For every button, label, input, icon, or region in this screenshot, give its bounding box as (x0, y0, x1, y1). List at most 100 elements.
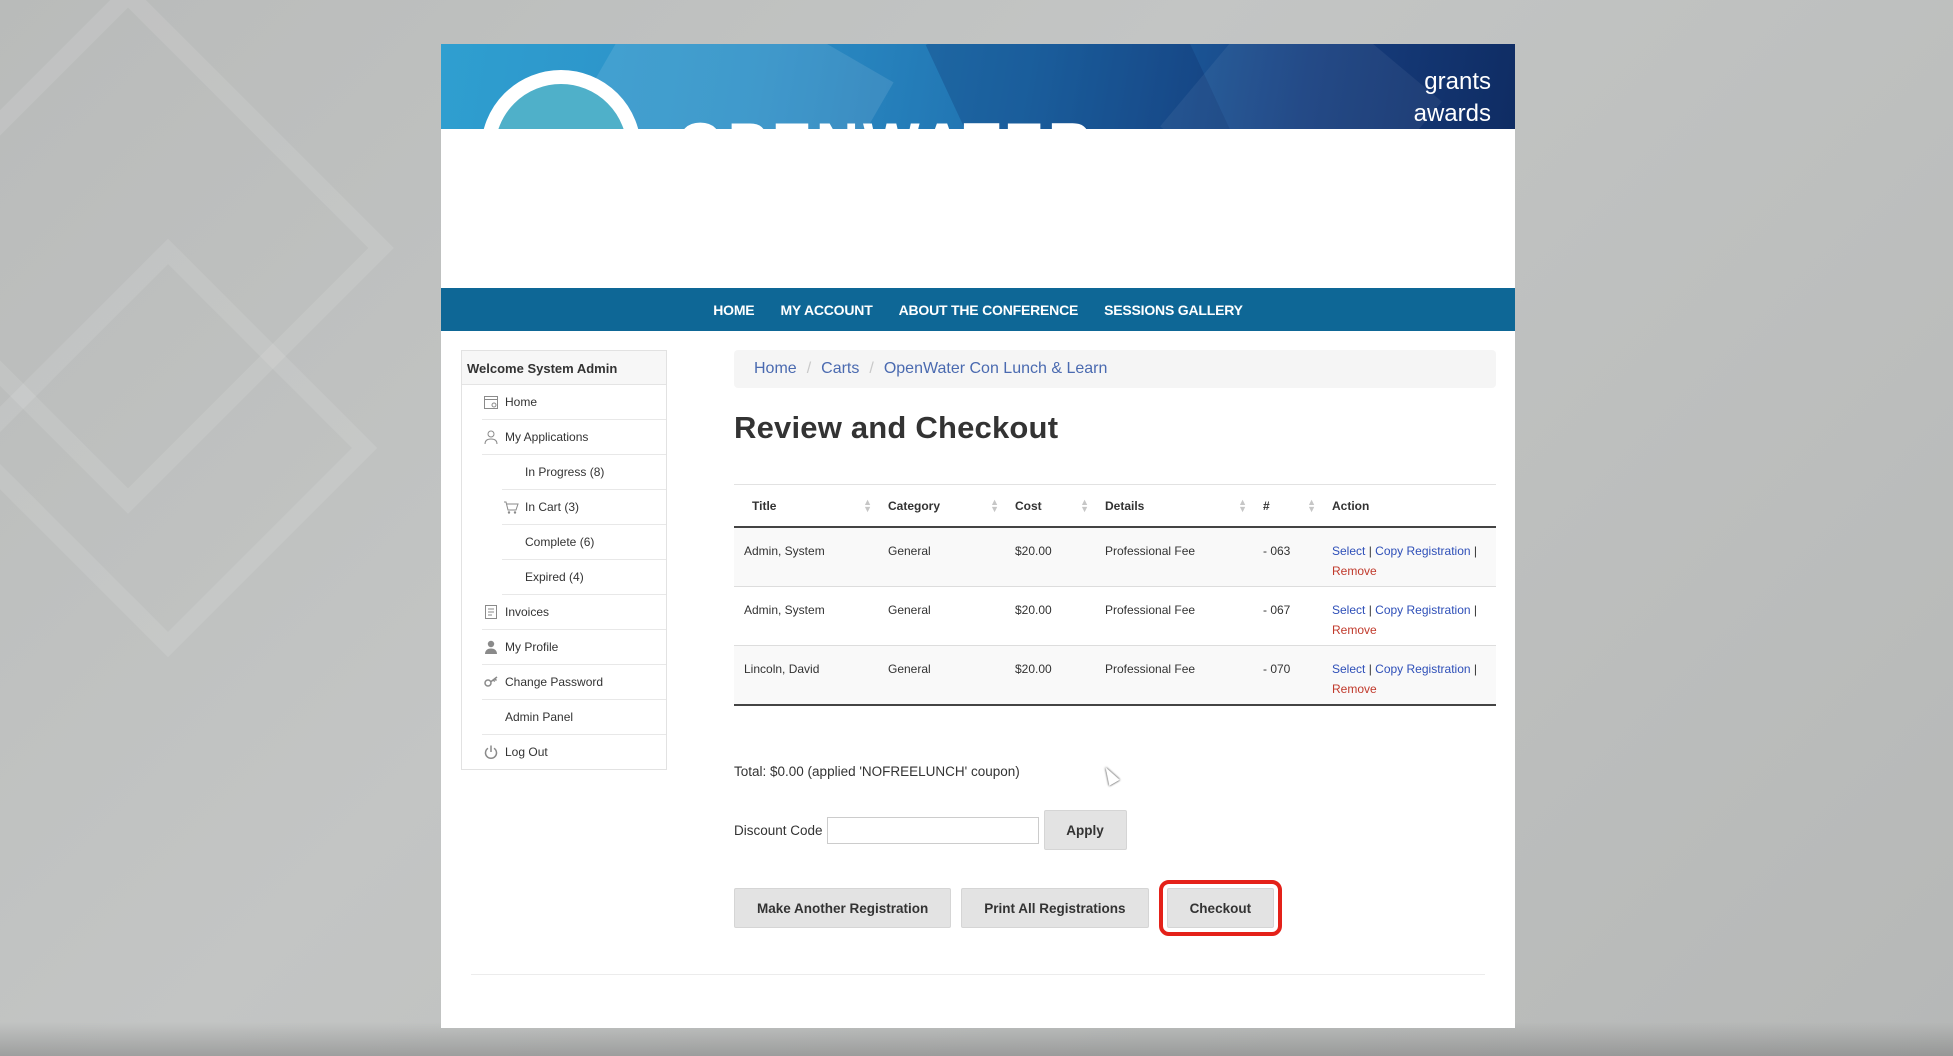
user-gear-icon (482, 428, 500, 446)
cart-table: Title ▲ ▼ Category ▲ ▼ Cost ▲ ▼ Details ▲ ▼ # ▲ ▼ … (734, 484, 1496, 706)
sort-icon: ▲ ▼ (990, 497, 999, 514)
cell-cost: $20.00 (1005, 645, 1095, 706)
header-number[interactable]: # ▲ ▼ (1253, 484, 1322, 528)
sidebar-item-home[interactable]: Home (482, 385, 666, 420)
calendar-icon (482, 393, 500, 411)
footer-divider (471, 974, 1485, 975)
action-separator: | (1473, 662, 1478, 676)
page-title: Review and Checkout (734, 410, 1059, 445)
table-row: Lincoln, David General $20.00 Profession… (734, 645, 1496, 706)
select-link[interactable]: Select (1332, 662, 1365, 676)
sort-icon: ▲ ▼ (1080, 497, 1089, 514)
sort-icon: ▲ ▼ (1238, 497, 1247, 514)
sidebar-item-label: Change Password (505, 675, 604, 689)
cell-number: - 067 (1253, 586, 1322, 646)
breadcrumb-separator: / (806, 360, 812, 377)
copy-registration-link[interactable]: Copy Registration (1375, 662, 1470, 676)
sidebar-item-complete[interactable]: Complete (6) (502, 525, 666, 560)
nav-my-account[interactable]: MY ACCOUNT (780, 302, 872, 318)
table-header-row: Title ▲ ▼ Category ▲ ▼ Cost ▲ ▼ Details ▲ ▼ # ▲ ▼ … (734, 484, 1496, 528)
cell-number: - 063 (1253, 527, 1322, 587)
cell-title: Admin, System (734, 586, 878, 646)
tagline-grants: grants (1424, 68, 1491, 95)
sidebar-item-in-progress[interactable]: In Progress (8) (502, 455, 666, 490)
welcome-text: Welcome System Admin (462, 351, 666, 385)
cart-icon (502, 498, 520, 516)
remove-link[interactable]: Remove (1332, 682, 1377, 696)
tagline-awards: awards (1413, 100, 1491, 127)
sidebar-item-my-profile[interactable]: My Profile (482, 630, 666, 665)
cell-category: General (878, 586, 1005, 646)
sidebar-item-label: Admin Panel (505, 710, 574, 724)
table-row: Admin, System General $20.00 Professiona… (734, 527, 1496, 587)
remove-link[interactable]: Remove (1332, 564, 1377, 578)
discount-row: Discount Code Apply (734, 810, 1127, 850)
cell-action: Select | Copy Registration | Remove (1322, 527, 1496, 587)
cell-details: Professional Fee (1095, 586, 1253, 646)
action-separator: | (1473, 544, 1478, 558)
sidebar-item-in-cart[interactable]: In Cart (3) (502, 490, 666, 525)
cell-cost: $20.00 (1005, 586, 1095, 646)
sidebar-item-label: My Profile (505, 640, 559, 654)
sidebar-item-label: Invoices (505, 605, 550, 619)
sidebar-item-admin-panel[interactable]: Admin Panel (482, 700, 666, 735)
remove-link[interactable]: Remove (1332, 623, 1377, 637)
action-separator: | (1368, 662, 1372, 676)
person-icon (482, 638, 500, 656)
copy-registration-link[interactable]: Copy Registration (1375, 603, 1470, 617)
cell-details: Professional Fee (1095, 527, 1253, 587)
copy-registration-link[interactable]: Copy Registration (1375, 544, 1470, 558)
apply-button[interactable]: Apply (1043, 810, 1127, 850)
cell-title: Lincoln, David (734, 645, 878, 706)
cell-category: General (878, 527, 1005, 587)
power-icon (482, 743, 500, 761)
sidebar-item-change-password[interactable]: Change Password (482, 665, 666, 700)
cell-action: Select | Copy Registration | Remove (1322, 586, 1496, 646)
breadcrumb-current[interactable]: OpenWater Con Lunch & Learn (884, 360, 1108, 378)
key-icon (482, 673, 500, 691)
logo-text: OPENWATER (677, 110, 1095, 129)
site-banner: OPENWATER grants awards (441, 44, 1515, 129)
breadcrumb-carts[interactable]: Carts (821, 360, 859, 378)
header-title[interactable]: Title ▲ ▼ (734, 484, 878, 528)
nav-about-the-conference[interactable]: ABOUT THE CONFERENCE (899, 302, 1079, 318)
sidebar-item-label: Expired (4) (525, 570, 584, 584)
main-content: Home / Carts / OpenWater Con Lunch & Lea… (734, 350, 1496, 936)
cart-total: Total: $0.00 (applied 'NOFREELUNCH' coup… (734, 764, 1020, 779)
action-separator: | (1368, 603, 1372, 617)
nav-home[interactable]: HOME (713, 302, 754, 318)
header-category[interactable]: Category ▲ ▼ (878, 484, 1005, 528)
browser-page: OPENWATER grants awards HOME MY ACCOUNT … (441, 44, 1515, 1028)
header-details[interactable]: Details ▲ ▼ (1095, 484, 1253, 528)
checkout-button[interactable]: Checkout (1158, 880, 1283, 936)
header-cost[interactable]: Cost ▲ ▼ (1005, 484, 1095, 528)
cell-cost: $20.00 (1005, 527, 1095, 587)
select-link[interactable]: Select (1332, 603, 1365, 617)
print-all-registrations-button[interactable]: Print All Registrations (961, 888, 1149, 928)
sort-icon: ▲ ▼ (863, 497, 872, 514)
nav-sessions-gallery[interactable]: SESSIONS GALLERY (1104, 302, 1243, 318)
sort-icon: ▲ ▼ (1307, 497, 1316, 514)
cell-number: - 070 (1253, 645, 1322, 706)
action-separator: | (1473, 603, 1478, 617)
cell-category: General (878, 645, 1005, 706)
breadcrumb-home[interactable]: Home (754, 360, 797, 378)
select-link[interactable]: Select (1332, 544, 1365, 558)
header-action: Action (1322, 484, 1496, 528)
discount-code-input[interactable] (826, 816, 1039, 844)
sidebar-item-label: Home (505, 395, 538, 409)
sidebar-item-label: In Progress (8) (525, 465, 605, 479)
make-another-registration-button[interactable]: Make Another Registration (734, 888, 952, 928)
cell-title: Admin, System (734, 527, 878, 587)
sidebar-item-my-applications[interactable]: My Applications (482, 420, 666, 455)
table-row: Admin, System General $20.00 Professiona… (734, 586, 1496, 646)
banner-tagline: grants awards (1414, 66, 1491, 129)
main-nav: HOME MY ACCOUNT ABOUT THE CONFERENCE SES… (441, 288, 1515, 331)
sidebar-item-expired[interactable]: Expired (4) (502, 560, 666, 595)
checkout-actions: Make Another Registration Print All Regi… (734, 880, 1283, 936)
sidebar-item-log-out[interactable]: Log Out (482, 735, 666, 769)
sidebar-item-label: Log Out (505, 745, 548, 759)
sidebar-item-label: My Applications (505, 430, 589, 444)
discount-label: Discount Code (734, 822, 823, 838)
sidebar-item-invoices[interactable]: Invoices (482, 595, 666, 630)
